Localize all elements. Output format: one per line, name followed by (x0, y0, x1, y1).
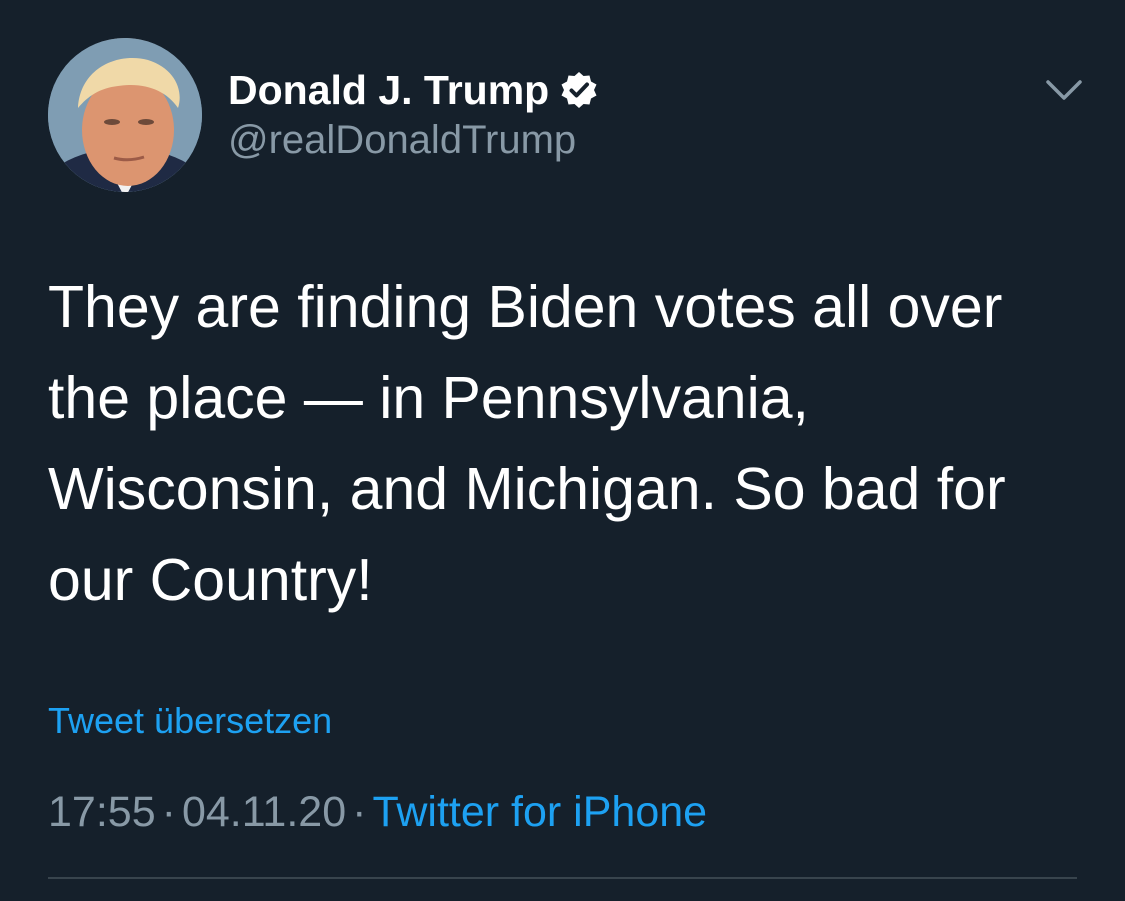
separator: · (352, 788, 367, 836)
verified-badge-icon (561, 72, 597, 108)
chevron-down-icon[interactable] (1040, 70, 1088, 110)
translate-tweet-link[interactable]: Tweet übersetzen (48, 700, 332, 742)
separator: · (161, 788, 176, 836)
tweet-metadata: 17:55 · 04.11.20 · Twitter for iPhone (48, 788, 707, 837)
author-handle[interactable]: @realDonaldTrump (228, 118, 576, 163)
divider (48, 877, 1077, 879)
tweet-text: They are finding Biden votes all over th… (48, 274, 1006, 613)
tweet-source-link[interactable]: Twitter for iPhone (372, 788, 707, 836)
avatar[interactable] (48, 38, 202, 192)
tweet-detail: Donald J. Trump @realDonaldTrump They ar… (0, 0, 1125, 901)
tweet-time: 17:55 (48, 788, 156, 836)
author-display-name[interactable]: Donald J. Trump (228, 67, 549, 114)
author-name-row[interactable]: Donald J. Trump (228, 62, 599, 118)
tweet-date: 04.11.20 (181, 788, 347, 836)
avatar-image (48, 38, 202, 192)
